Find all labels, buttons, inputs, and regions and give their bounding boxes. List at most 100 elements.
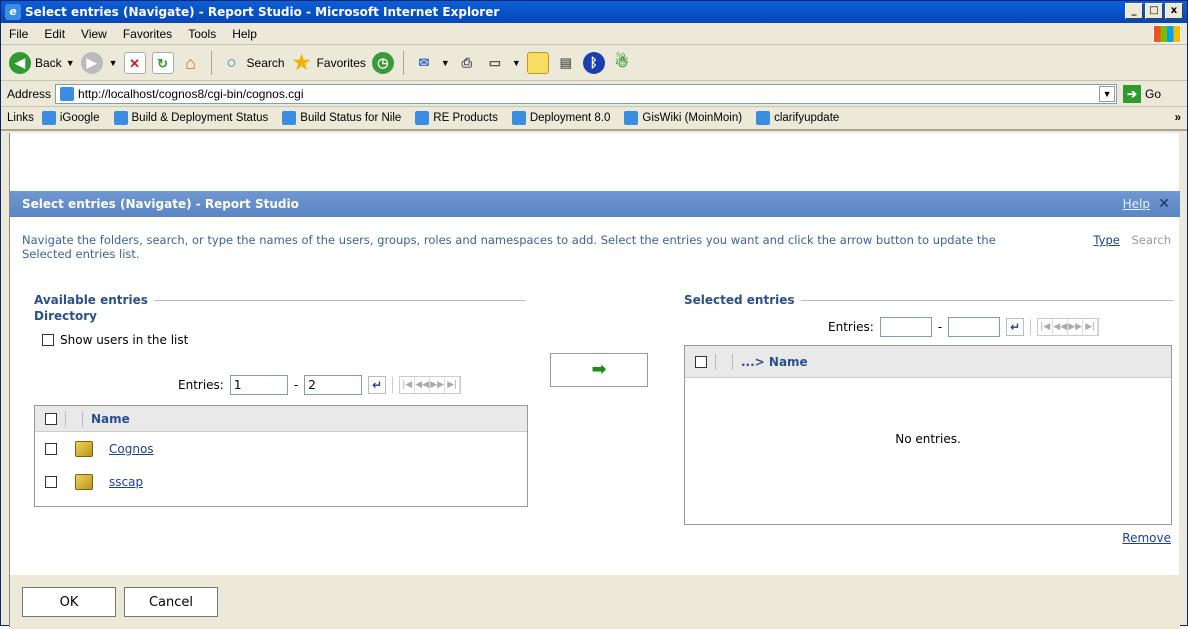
print-icon[interactable]: ⎙ — [456, 52, 478, 74]
remove-link[interactable]: Remove — [1122, 531, 1171, 545]
back-label: Back — [35, 55, 62, 70]
menu-bar: File Edit View Favorites Tools Help — [1, 23, 1187, 45]
menu-edit[interactable]: Edit — [36, 27, 73, 41]
link-build-status-nile[interactable]: Build Status for Nile — [282, 111, 401, 125]
page-navigation: |◀ ◀◀ ▶▶ ▶| — [399, 376, 462, 394]
bluetooth-icon[interactable]: ᛒ — [582, 51, 605, 74]
list-item: sscap — [35, 465, 527, 498]
available-entries-range: Entries: 1 - 2 ↵ |◀ ◀◀ ▶▶ ▶| — [178, 375, 462, 395]
ie-icon: e — [5, 4, 21, 20]
first-page-icon: |◀ — [1038, 319, 1054, 335]
ok-button[interactable]: OK — [22, 587, 116, 617]
windows-logo-icon — [1153, 25, 1181, 43]
mode-links: Type Search — [1085, 233, 1171, 247]
selected-entries-range: Entries: - ↵ |◀ ◀◀ ▶▶ ▶| — [828, 317, 1100, 337]
history-icon[interactable]: ◷ — [371, 51, 394, 74]
menu-tools[interactable]: Tools — [180, 27, 224, 41]
messenger-icon[interactable]: ☃ — [611, 52, 633, 74]
favorites-button[interactable]: ★ Favorites — [291, 52, 366, 74]
links-bar: Links iGoogle Build & Deployment Status … — [1, 107, 1187, 131]
search-link: Search — [1131, 233, 1171, 247]
intro-text: Navigate the folders, search, or type th… — [22, 233, 996, 261]
show-users-checkbox[interactable] — [42, 334, 54, 346]
minimize-button[interactable]: _ — [1125, 3, 1143, 19]
next-page-icon: ▶▶ — [1068, 319, 1084, 335]
edit-icon[interactable]: ▭ — [484, 52, 506, 74]
name-column-header[interactable]: Name — [91, 412, 130, 426]
type-link[interactable]: Type — [1093, 233, 1119, 247]
toolbar: ◀ Back ▼ ▶ ▼ ✕ ↻ ⌂ ○ Search ★ Favorites ◷ … — [1, 45, 1187, 81]
add-entries-button[interactable]: ➡ — [550, 353, 648, 387]
selected-entries-list: ...> Name No entries. — [684, 345, 1172, 525]
menu-favorites[interactable]: Favorites — [115, 27, 180, 41]
dialog-page: Select entries (Navigate) - Report Studi… — [9, 133, 1180, 629]
mail-icon[interactable]: ✉ — [413, 52, 435, 74]
links-label: Links — [7, 112, 34, 124]
link-giswiki[interactable]: GisWiki (MoinMoin) — [624, 111, 742, 125]
entry-link-sscap[interactable]: sscap — [109, 475, 143, 489]
row-checkbox[interactable] — [45, 442, 57, 455]
go-arrow-icon[interactable]: ➔ — [1123, 84, 1142, 103]
select-all-checkbox[interactable] — [45, 412, 57, 425]
address-input[interactable]: http://localhost/cognos8/cgi-bin/cognos.… — [55, 83, 1118, 104]
selected-name-column-header[interactable]: ...> Name — [741, 355, 808, 369]
list-item: Cognos — [35, 432, 527, 465]
prev-page-icon: ◀◀ — [415, 377, 431, 393]
selected-to-input[interactable] — [948, 317, 1001, 337]
link-re-products[interactable]: RE Products — [415, 111, 498, 125]
search-button[interactable]: ○ Search — [221, 52, 284, 74]
close-window-button[interactable]: x — [1165, 3, 1183, 19]
directory-label: Directory — [34, 309, 97, 323]
available-entries-list: Name Cognos sscap — [34, 405, 528, 507]
favorites-label: Favorites — [316, 55, 366, 70]
link-igoogle[interactable]: iGoogle — [41, 111, 100, 125]
menu-view[interactable]: View — [73, 27, 115, 41]
menu-file[interactable]: File — [1, 27, 36, 41]
back-arrow-icon: ◀ — [9, 51, 31, 74]
empty-message: No entries. — [895, 432, 961, 446]
address-url: http://localhost/cognos8/cgi-bin/cognos.… — [78, 86, 304, 101]
link-deployment-8[interactable]: Deployment 8.0 — [511, 111, 610, 125]
browser-window: e Select entries (Navigate) - Report Stu… — [0, 0, 1188, 629]
link-build-deployment[interactable]: Build & Deployment Status — [113, 111, 268, 125]
selected-apply-range-icon[interactable]: ↵ — [1006, 318, 1025, 336]
title-bar: e Select entries (Navigate) - Report Stu… — [1, 1, 1187, 23]
entries-to-input[interactable]: 2 — [304, 375, 363, 395]
address-dropdown-icon[interactable]: ▼ — [1099, 85, 1116, 102]
selected-page-navigation: |◀ ◀◀ ▶▶ ▶| — [1037, 318, 1100, 336]
apply-range-icon[interactable]: ↵ — [368, 376, 387, 394]
entries-from-input[interactable]: 1 — [229, 375, 288, 395]
cancel-button[interactable]: Cancel — [124, 587, 218, 617]
first-page-icon: |◀ — [400, 377, 416, 393]
link-clarifyupdate[interactable]: clarifyupdate — [756, 111, 839, 125]
page-icon — [60, 86, 75, 101]
show-users-label: Show users in the list — [60, 333, 189, 347]
close-icon[interactable]: ✕ — [1158, 196, 1170, 212]
dialog-title: Select entries (Navigate) - Report Studi… — [22, 197, 299, 211]
maximize-button[interactable]: □ — [1145, 3, 1163, 19]
menu-help[interactable]: Help — [224, 27, 265, 41]
entries-label: Entries: — [178, 378, 224, 392]
research-icon[interactable]: ▤ — [555, 52, 577, 74]
row-checkbox[interactable] — [45, 475, 57, 488]
last-page-icon: ▶| — [445, 377, 461, 393]
show-users-option: Show users in the list — [42, 333, 188, 347]
refresh-icon[interactable]: ↻ — [151, 51, 174, 74]
selected-select-all-checkbox[interactable] — [695, 355, 707, 368]
stop-icon[interactable]: ✕ — [123, 51, 146, 74]
help-link[interactable]: Help — [1123, 197, 1150, 211]
selected-from-input[interactable] — [879, 317, 932, 337]
window-title: Select entries (Navigate) - Report Studi… — [25, 5, 500, 19]
forward-button[interactable]: ▶ — [80, 51, 103, 74]
home-icon[interactable]: ⌂ — [180, 52, 202, 74]
dialog-footer: OK Cancel — [10, 575, 1180, 629]
back-button[interactable]: ◀ Back ▼ — [9, 51, 75, 74]
entry-link-cognos[interactable]: Cognos — [109, 442, 154, 456]
last-page-icon: ▶| — [1083, 319, 1099, 335]
address-label: Address — [7, 86, 52, 101]
list-header: Name — [35, 406, 527, 432]
namespace-icon — [75, 440, 93, 457]
links-overflow-icon[interactable]: » — [1175, 112, 1181, 124]
notes-icon[interactable] — [526, 51, 549, 74]
go-button[interactable]: Go — [1145, 87, 1161, 101]
